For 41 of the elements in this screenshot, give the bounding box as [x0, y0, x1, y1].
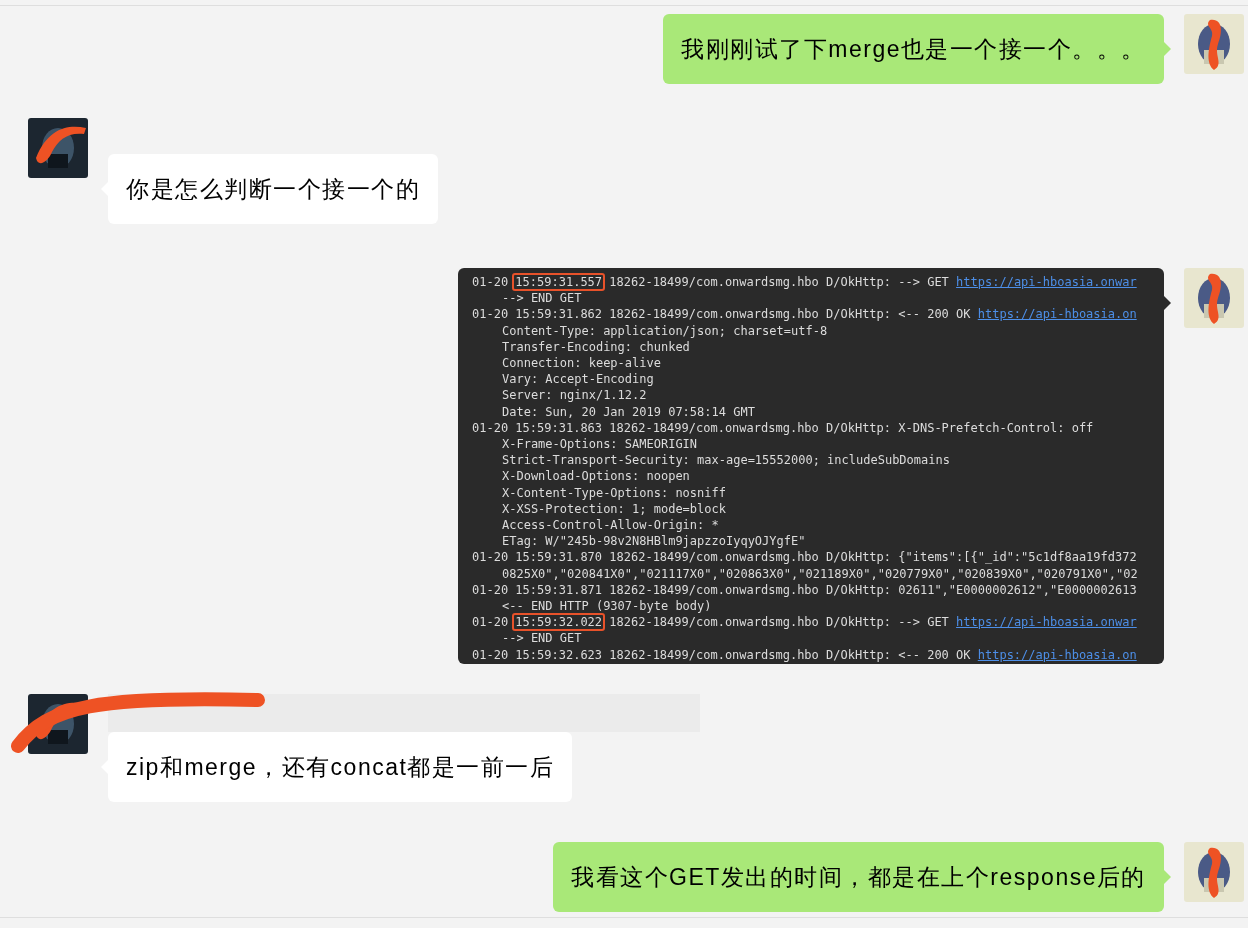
log-line: ETag: W/"245b-98v2N8HBlm9japzzoIyqyOJYgfE": [501, 533, 807, 550]
log-line: Date: Sun, 20 Jan 2019 07:58:14 GMT: [501, 403, 756, 420]
log-timestamp: 15:59:31.863: [515, 420, 603, 435]
log-line: Connection: keep-alive: [501, 355, 662, 372]
bubble-tail: [1164, 42, 1171, 56]
log-timestamp: 15:59:32.022: [512, 613, 606, 632]
log-line: Access-Control-Allow-Origin: *: [501, 517, 720, 534]
log-line: X-XSS-Protection: 1; mode=block: [501, 500, 727, 518]
log-line: 01-20 15:59:31.871 18262-18499/com.onwardsmg.hbo D/OkHttp: 02611","E0000002612","E0000002613: [472, 581, 1138, 599]
log-timestamp: 15:59:31.862: [515, 307, 603, 322]
message-bubble: zip和merge，还有concat都是一前一后: [108, 732, 573, 802]
bubble-tail: [1164, 870, 1171, 884]
log-link[interactable]: https://api-hboasia.onwar: [956, 275, 1137, 289]
log-link[interactable]: https://api-hboasia.onwar: [956, 615, 1137, 630]
message-bubble: 你是怎么判断一个接一个的: [108, 154, 438, 224]
log-timestamp: 15:59:31.871: [515, 582, 603, 597]
log-line: Strict-Transport-Security: max-age=15552000; includeSubDomains: [501, 452, 951, 469]
message-bubble: 我刚刚试了下merge也是一个接一个。。。: [663, 14, 1164, 84]
log-line: Content-Type: application/json; charset=utf-8: [501, 322, 829, 339]
log-line: 0825X0","020841X0","021117X0","020863X0","021189X0","020779X0","020839X0","020791X0","02: [501, 565, 1139, 582]
log-line: 01-20 15:59:32.623 18262-18499/com.onwardsmg.hbo D/OkHttp: <-- 200 OK https://api-hboasia.on: [472, 646, 1138, 663]
log-line: X-Frame-Options: SAMEORIGIN: [501, 436, 699, 453]
log-line: 01-20 15:59:32.022 18262-18499/com.onwardsmg.hbo D/OkHttp: --> GET https://api-hboasia.onwar: [472, 614, 1138, 631]
log-link[interactable]: https://api-hboasia.on: [977, 647, 1137, 662]
log-timestamp: 15:59:32.623: [515, 647, 603, 662]
log-line: 01-20 15:59:31.557 18262-18499/com.onwardsmg.hbo D/OkHttp: --> GET https://api-hboasia.onwar: [472, 274, 1138, 291]
log-link[interactable]: https://api-hboasia.on: [977, 307, 1137, 322]
log-line: Vary: Accept-Encoding: [501, 371, 655, 388]
log-line: --> END GET: [501, 290, 583, 307]
log-line: 01-20 15:59:31.863 18262-18499/com.onwardsmg.hbo D/OkHttp: X-DNS-Prefetch-Control: off: [472, 419, 1095, 437]
log-line: <-- END HTTP (9307-byte body): [501, 598, 713, 615]
log-line: X-Download-Options: noopen: [501, 468, 691, 485]
log-line: --> END GET: [501, 630, 583, 647]
log-timestamp: 15:59:31.870: [515, 550, 603, 565]
log-line: 01-20 15:59:31.870 18262-18499/com.onwardsmg.hbo D/OkHttp: {"items":[{"_id":"5c1df8aa19fd372: [472, 549, 1138, 566]
log-timestamp: 15:59:31.557: [512, 273, 606, 291]
message-bubble: 我看这个GET发出的时间，都是在上个response后的: [553, 842, 1164, 912]
log-line: X-Content-Type-Options: nosniff: [501, 484, 727, 501]
log-line: Server: nginx/1.12.2: [501, 387, 648, 404]
log-line: 01-20 15:59:31.862 18262-18499/com.onwardsmg.hbo D/OkHttp: <-- 200 OK https://api-hboasia.on: [472, 306, 1138, 323]
log-line: Transfer-Encoding: chunked: [501, 338, 691, 355]
